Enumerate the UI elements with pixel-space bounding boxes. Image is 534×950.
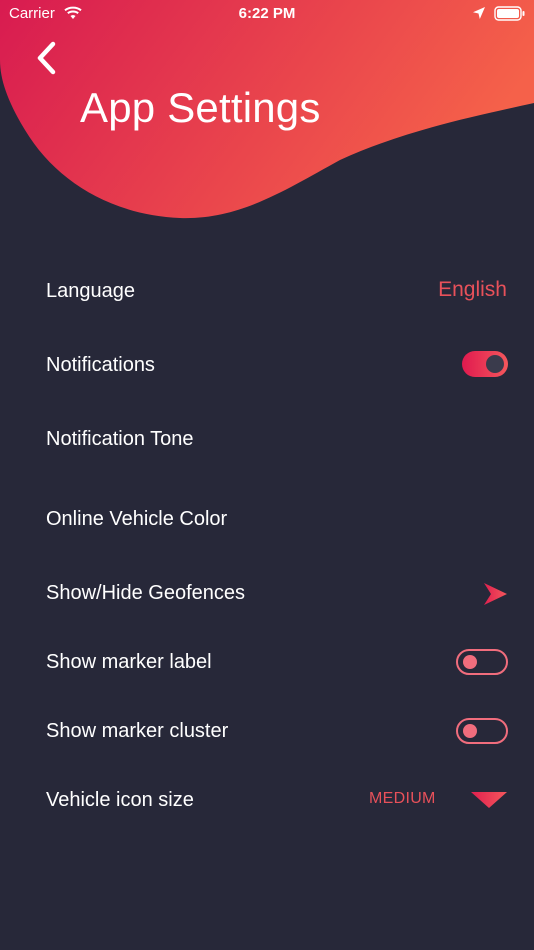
setting-row-online-vehicle-color[interactable]: Online Vehicle Color [0,494,534,544]
caret-down-icon[interactable] [470,791,508,809]
status-bar: Carrier 6:22 PM [0,0,534,30]
online-vehicle-color-label: Online Vehicle Color [46,508,228,530]
toggle-knob [463,655,477,669]
marker-label-toggle[interactable] [456,649,508,675]
notifications-label: Notifications [46,354,155,376]
setting-row-language[interactable]: Language English [0,266,534,316]
back-button[interactable] [30,38,66,78]
language-label: Language [46,280,135,302]
setting-row-marker-cluster: Show marker cluster [0,706,534,756]
toggle-knob [486,355,504,373]
location-arrow-icon [473,7,485,19]
geofences-label: Show/Hide Geofences [46,582,246,604]
vehicle-icon-size-value[interactable]: MEDIUM [369,790,436,808]
language-value[interactable]: English [438,278,507,302]
notification-tone-label: Notification Tone [46,428,194,450]
setting-row-notification-tone[interactable]: Notification Tone [0,414,534,464]
notifications-toggle[interactable] [462,351,508,377]
marker-cluster-label: Show marker cluster [46,720,229,742]
setting-row-vehicle-icon-size[interactable]: Vehicle icon size MEDIUM [0,775,534,825]
page-title: App Settings [80,84,321,131]
status-time: 6:22 PM [238,5,296,22]
setting-row-geofences[interactable]: Show/Hide Geofences [0,568,534,618]
marker-label-label: Show marker label [46,651,212,673]
setting-row-marker-label: Show marker label [0,637,534,687]
battery-icon [494,6,525,21]
setting-row-notifications: Notifications [0,340,534,390]
toggle-knob [463,724,477,738]
marker-cluster-toggle[interactable] [456,718,508,744]
vehicle-icon-size-label: Vehicle icon size [46,789,194,811]
chevron-right-icon[interactable] [481,581,509,607]
